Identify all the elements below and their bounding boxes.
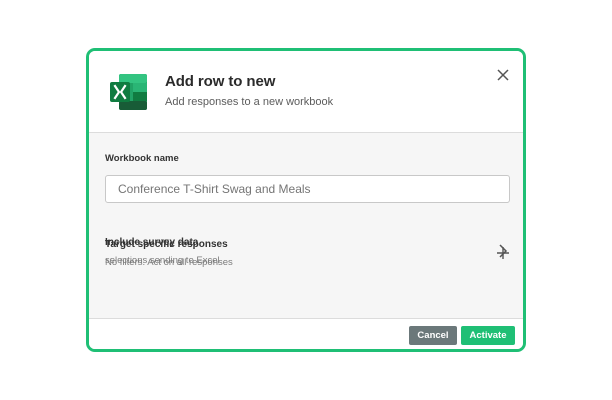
target-specific-responses-row[interactable]: Target specific responses No filters. Ac… (89, 233, 523, 277)
activate-button[interactable]: Activate (461, 326, 515, 345)
close-icon[interactable] (493, 65, 513, 85)
dialog-subtitle: Add responses to a new workbook (165, 96, 334, 108)
target-specific-responses-subtitle: No filters. Act on all responses (105, 257, 233, 268)
plus-icon[interactable] (495, 245, 511, 261)
target-specific-responses-title: Target specific responses (105, 239, 228, 250)
dialog-body: Workbook name Include survey data select… (89, 133, 523, 319)
workbook-name-input[interactable] (105, 175, 510, 203)
dialog-title: Add row to new (165, 73, 276, 90)
dialog-footer: Cancel Activate (89, 320, 523, 349)
excel-icon (110, 74, 147, 110)
cancel-button[interactable]: Cancel (409, 326, 457, 345)
add-row-dialog: Add row to new Add responses to a new wo… (86, 48, 526, 352)
workbook-name-label: Workbook name (105, 153, 179, 164)
dialog-header: Add row to new Add responses to a new wo… (89, 51, 523, 133)
